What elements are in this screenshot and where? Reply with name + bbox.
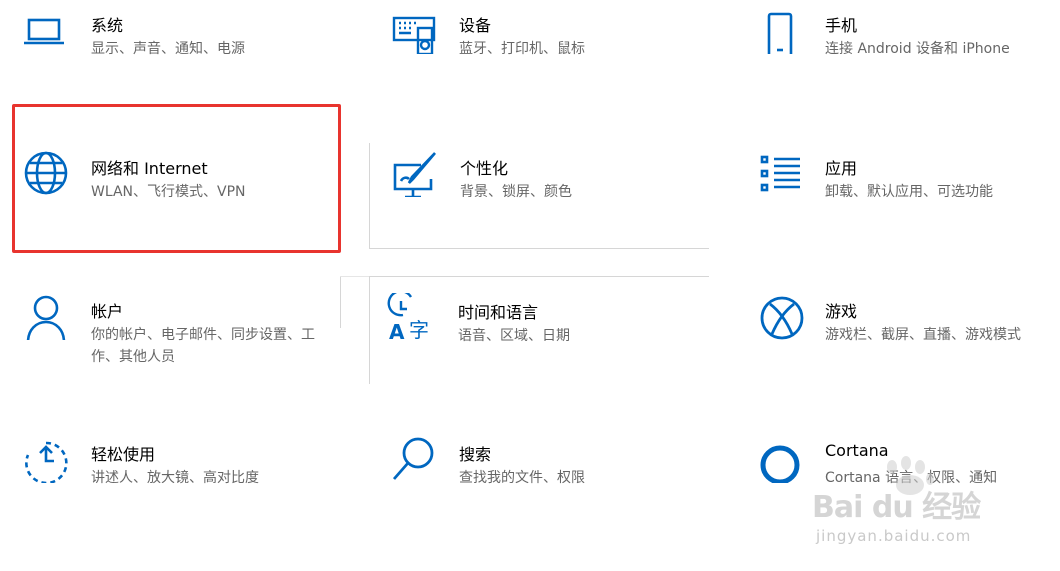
tile-description: 卸载、默认应用、可选功能 (825, 184, 993, 200)
ease-of-access-icon (22, 435, 70, 483)
tile-description: 背景、锁屏、颜色 (460, 184, 572, 200)
phone-icon (756, 6, 804, 54)
tile-description: 显示、声音、通知、电源 (91, 41, 245, 57)
hover-divider (340, 276, 369, 277)
watermark-url: jingyan.baidu.com (816, 527, 972, 545)
baidu-logo-watermark: Bai du 经验 (812, 490, 981, 525)
tile-title: 个性化 (460, 159, 509, 178)
xbox-icon (756, 292, 804, 340)
svg-text:A: A (389, 320, 405, 341)
hover-divider (340, 276, 341, 328)
devices-icon (390, 6, 438, 54)
tile-description: 蓝牙、打印机、鼠标 (459, 41, 585, 57)
tile-description: 查找我的文件、权限 (459, 470, 585, 486)
cortana-icon (756, 435, 804, 483)
search-icon (390, 435, 438, 483)
settings-tile-gaming[interactable]: 游戏 游戏栏、截屏、直播、游戏模式 (752, 286, 1060, 396)
settings-tile-devices[interactable]: 设备 蓝牙、打印机、鼠标 (386, 0, 726, 110)
settings-tile-network[interactable]: 网络和 Internet WLAN、飞行模式、VPN (18, 143, 358, 253)
settings-tile-accounts[interactable]: 帐户 你的帐户、电子邮件、同步设置、工作、其他人员 (18, 286, 358, 396)
tile-title: 设备 (459, 16, 492, 35)
settings-tile-personalization[interactable]: 个性化 背景、锁屏、颜色 (369, 143, 709, 249)
settings-tile-time-language[interactable]: A字 时间和语言 语音、区域、日期 (369, 276, 709, 384)
tile-title: 帐户 (91, 302, 124, 321)
tile-title: 网络和 Internet (91, 159, 208, 178)
settings-tile-phone[interactable]: 手机 连接 Android 设备和 iPhone (752, 0, 1060, 110)
tile-description: 你的帐户、电子邮件、同步设置、工作、其他人员 (91, 327, 315, 365)
tile-title: Cortana (825, 441, 889, 460)
tile-description: 游戏栏、截屏、直播、游戏模式 (825, 327, 1021, 343)
tile-description: 连接 Android 设备和 iPhone (825, 41, 1010, 57)
tile-title: 轻松使用 (91, 445, 156, 464)
tile-title: 时间和语言 (458, 303, 539, 322)
person-icon (22, 292, 70, 340)
globe-icon (22, 149, 70, 197)
settings-tile-search[interactable]: 搜索 查找我的文件、权限 (386, 429, 726, 539)
laptop-icon (22, 6, 70, 54)
settings-tile-ease-of-access[interactable]: 轻松使用 讲述人、放大镜、高对比度 (18, 429, 358, 539)
tile-description: WLAN、飞行模式、VPN (91, 184, 246, 200)
time-language-icon: A字 (387, 293, 435, 341)
tile-title: 系统 (91, 16, 124, 35)
apps-list-icon (756, 149, 804, 197)
tile-title: 手机 (825, 16, 858, 35)
tile-title: 应用 (825, 159, 858, 178)
personalization-icon (391, 149, 439, 197)
tile-title: 搜索 (459, 445, 492, 464)
settings-tile-system[interactable]: 系统 显示、声音、通知、电源 (18, 0, 358, 110)
tile-description: 语音、区域、日期 (458, 328, 570, 344)
svg-text:字: 字 (409, 318, 429, 341)
settings-tile-apps[interactable]: 应用 卸载、默认应用、可选功能 (752, 143, 1060, 253)
tile-title: 游戏 (825, 302, 858, 321)
tile-description: 讲述人、放大镜、高对比度 (91, 470, 259, 486)
